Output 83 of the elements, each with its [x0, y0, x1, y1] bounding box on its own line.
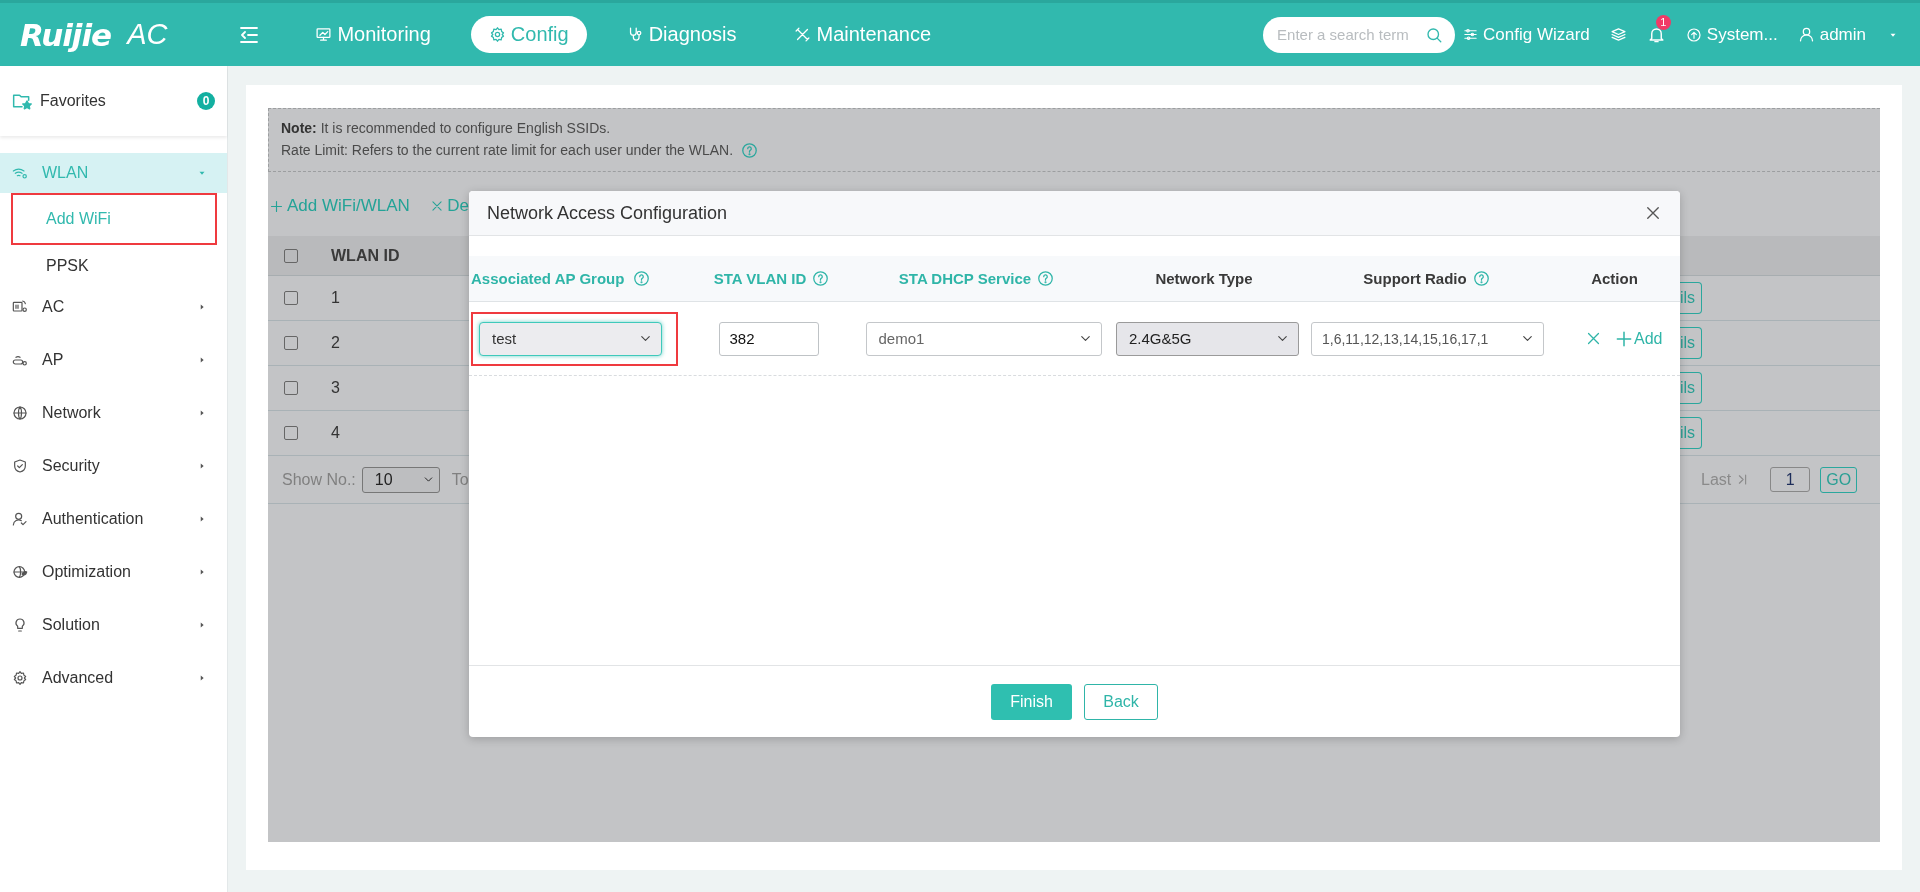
dhcp-service-select[interactable]: demo1 [865, 321, 1102, 356]
nav-tab[interactable]: Config [470, 16, 587, 53]
sidebar-item[interactable]: Security [0, 446, 227, 486]
favorites-link[interactable]: Favorites [40, 92, 197, 110]
vlan-id-field[interactable]: 382 [718, 321, 819, 356]
system-menu[interactable]: System... [1685, 24, 1778, 45]
sliders-icon [1463, 27, 1479, 42]
sidebar-item[interactable]: Network [0, 393, 227, 433]
shield-icon [12, 458, 28, 474]
table-cell: 4 [331, 424, 340, 442]
show-number-label: Show No.: [282, 470, 356, 489]
sidebar-subitem[interactable]: PPSK [46, 257, 89, 275]
wifi-icon [12, 165, 28, 181]
sidebar-item[interactable]: Authentication [0, 499, 227, 539]
product-name: AC [127, 18, 168, 51]
plus-icon [269, 198, 284, 214]
favorites-count: 0 [197, 92, 215, 110]
globe-icon [12, 405, 28, 421]
user-check-icon [12, 511, 28, 527]
page-size-select[interactable]: 10 [361, 466, 440, 493]
add-wifi-button[interactable]: Add WiFi/WLAN [268, 196, 410, 216]
search-field[interactable]: Enter a search term [1263, 16, 1456, 53]
sidebar-item[interactable]: Solution [0, 605, 227, 645]
nav-tab[interactable]: Monitoring [297, 16, 449, 53]
config-wizard-link[interactable]: Config Wizard [1463, 24, 1590, 45]
column-header: Network Type [1155, 270, 1253, 287]
help-icon [633, 270, 651, 287]
checkbox[interactable] [284, 248, 298, 263]
bulb-icon [12, 617, 28, 633]
go-button[interactable]: GO [1820, 466, 1858, 493]
checkbox[interactable] [284, 426, 298, 440]
help-icon [812, 270, 830, 287]
add-row-button[interactable]: Add [1614, 328, 1663, 349]
checkbox[interactable] [284, 336, 298, 350]
rate-limit-text: Rate Limit: Refers to the current rate limit for each user under the WLAN. [281, 141, 734, 160]
help-icon [741, 141, 759, 159]
gear-icon [488, 26, 506, 43]
tools-icon [794, 26, 812, 43]
help-icon [1037, 270, 1055, 287]
close-icon[interactable] [1644, 204, 1662, 222]
checkbox[interactable] [284, 291, 298, 305]
sidebar-item[interactable]: WLAN [0, 153, 227, 193]
sidebar-item[interactable]: Optimization [0, 552, 227, 592]
back-button[interactable]: Back [1084, 683, 1158, 720]
nav-tab[interactable]: Diagnosis [608, 16, 755, 53]
folder-star-icon [12, 91, 32, 111]
settings-icon [12, 670, 28, 686]
monitor-icon [315, 26, 333, 43]
user-menu[interactable]: admin [1797, 24, 1898, 45]
help-icon [1472, 270, 1490, 287]
globe-leaf-icon [12, 564, 28, 580]
dialog-title: Network Access Configuration [487, 202, 728, 224]
sidebar-item[interactable]: Advanced [0, 658, 227, 698]
table-cell: 2 [331, 334, 340, 352]
user-icon [1797, 26, 1815, 43]
column-header: Support Radio [1363, 270, 1467, 287]
controller-icon [12, 299, 28, 315]
column-header: WLAN ID [331, 246, 400, 265]
notification-badge: 1 [1655, 15, 1671, 30]
table-cell: 3 [331, 379, 340, 397]
nav-tab[interactable]: Maintenance [776, 16, 949, 53]
sidebar-item[interactable]: AC [0, 287, 227, 327]
sidebar-item[interactable]: AP [0, 340, 227, 380]
page-number-field[interactable]: 1 [1770, 467, 1811, 492]
finish-button[interactable]: Finish [991, 683, 1072, 720]
column-header: STA DHCP Service [898, 270, 1032, 287]
close-icon [430, 199, 445, 213]
logo: Ruijie [20, 16, 112, 53]
sidebar-subitem[interactable]: Add WiFi [46, 210, 111, 228]
checkbox[interactable] [284, 381, 298, 395]
support-radio-select[interactable]: 1,6,11,12,13,14,15,16,17,1 [1311, 321, 1544, 356]
note-text: Note: It is recommended to configure English SSIDs. [281, 119, 612, 138]
last-page-button[interactable]: Last [1701, 470, 1751, 489]
stack-icon[interactable] [1609, 26, 1627, 43]
column-header: Action [1591, 270, 1638, 287]
ap-group-select[interactable]: test [479, 321, 662, 356]
network-type-select[interactable]: 2.4G&5G [1116, 321, 1299, 356]
delete-button[interactable]: De [429, 196, 469, 216]
column-header: STA VLAN ID [713, 270, 807, 287]
total-label: To [451, 470, 469, 489]
table-cell: 1 [331, 289, 340, 307]
column-header: Associated AP Group [471, 270, 625, 287]
upload-icon [1685, 26, 1702, 43]
